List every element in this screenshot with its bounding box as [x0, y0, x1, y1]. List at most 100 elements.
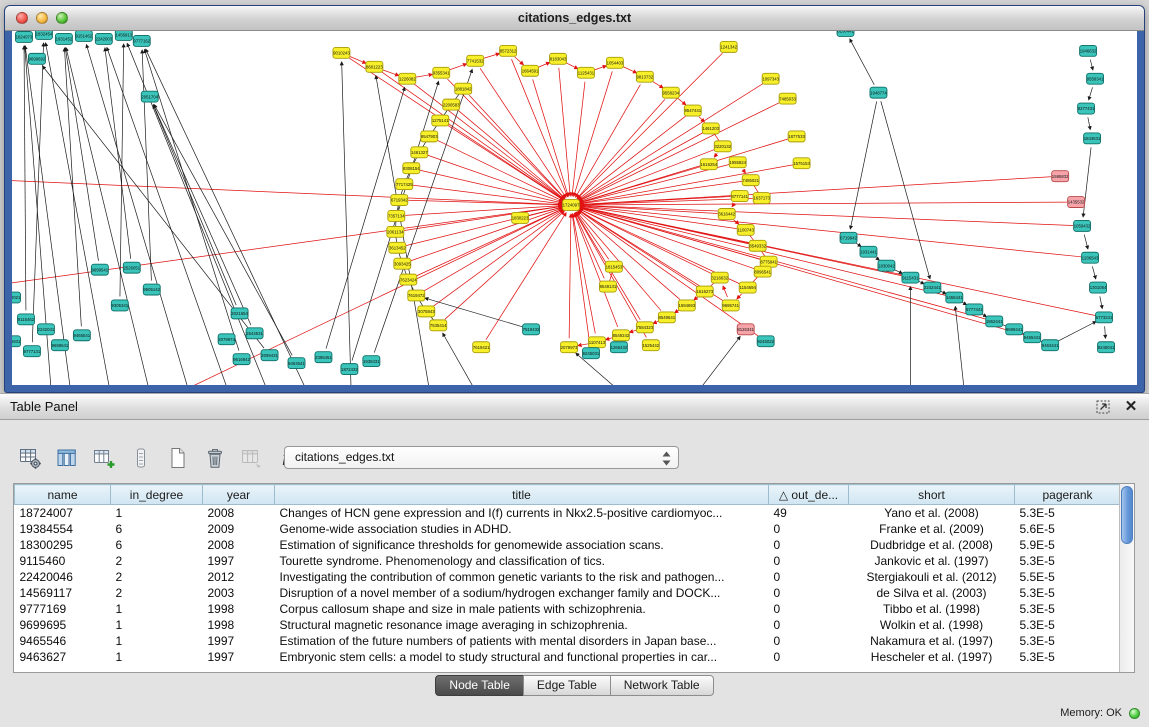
graph-edge[interactable] — [342, 62, 352, 385]
graph-edge[interactable] — [577, 99, 665, 198]
table-cell[interactable]: 0 — [769, 649, 849, 665]
graph-node[interactable]: 6773241 — [1096, 312, 1113, 323]
zoom-window-button[interactable] — [56, 12, 68, 24]
graph-node[interactable]: 1637173 — [753, 193, 770, 204]
graph-node[interactable]: 8308154 — [403, 163, 420, 174]
graph-edge[interactable] — [573, 214, 596, 334]
tab-network-table[interactable]: Network Table — [610, 675, 714, 696]
graph-node[interactable]: 1059432 — [1074, 220, 1091, 231]
graph-edge[interactable] — [580, 202, 1067, 205]
table-cell[interactable]: 19384554 — [15, 521, 111, 537]
graph-edge[interactable] — [566, 63, 578, 69]
table-cell[interactable]: Estimation of significance thresholds fo… — [275, 537, 769, 553]
table-cell[interactable]: 0 — [769, 553, 849, 569]
graph-edge[interactable] — [962, 302, 967, 305]
table-row[interactable]: 911546021997Tourette syndrome. Phenomeno… — [15, 553, 1121, 569]
graph-node[interactable]: 1525442 — [642, 340, 659, 351]
graph-node[interactable]: 9010243 — [333, 47, 350, 58]
graph-node[interactable]: 9151462 — [75, 31, 92, 41]
table-cell[interactable]: 9777169 — [15, 601, 111, 617]
graph-edge[interactable] — [629, 330, 636, 332]
graph-edge[interactable] — [153, 105, 251, 325]
graph-node[interactable]: 1456441 — [946, 292, 963, 303]
graph-node[interactable]: 1955824 — [729, 157, 746, 168]
table-cell[interactable]: 2 — [111, 569, 203, 585]
graph-node[interactable]: 7357134 — [388, 210, 405, 221]
delete-table-button[interactable] — [201, 444, 229, 472]
graph-node[interactable]: 1872432 — [341, 364, 358, 375]
graph-edge[interactable] — [1090, 60, 1093, 70]
graph-node[interactable]: 7717425 — [396, 179, 413, 190]
graph-edge[interactable] — [86, 45, 191, 385]
graph-node[interactable]: 2395451 — [315, 352, 332, 363]
table-cell[interactable]: 5.5E-5 — [1015, 569, 1121, 585]
table-cell[interactable]: 0 — [769, 537, 849, 553]
graph-edge[interactable] — [411, 208, 563, 261]
import-table-button[interactable] — [238, 444, 266, 472]
graph-node[interactable]: 8775941 — [760, 256, 777, 267]
graph-node[interactable]: 1054403 — [606, 57, 623, 68]
graph-edge[interactable] — [594, 66, 606, 70]
table-cell[interactable]: 1997 — [203, 553, 275, 569]
table-cell[interactable]: 2012 — [203, 569, 275, 585]
table-cell[interactable]: 6 — [111, 537, 203, 553]
graph-node[interactable]: 1931441 — [860, 246, 877, 257]
graph-node[interactable]: 9505142 — [143, 284, 160, 295]
graph-node[interactable]: 6719942 — [840, 232, 857, 243]
graph-node[interactable]: 1461203 — [702, 123, 719, 134]
graph-node[interactable]: 7741532 — [467, 55, 484, 66]
graph-edge[interactable] — [142, 50, 151, 281]
table-source-dropdown[interactable]: citations_edges.txt — [284, 446, 679, 469]
graph-node[interactable]: 2021654 — [231, 308, 248, 319]
graph-node[interactable]: 9695741 — [722, 300, 739, 311]
graph-node[interactable]: 9699441 — [1006, 324, 1023, 335]
table-cell[interactable]: 1997 — [203, 633, 275, 649]
table-cell[interactable]: 1 — [111, 633, 203, 649]
table-cell[interactable]: Investigating the contribution of common… — [275, 569, 769, 585]
graph-edge[interactable] — [579, 133, 703, 201]
graph-node[interactable]: 1100743 — [737, 224, 754, 235]
graph-node[interactable]: 1830223 — [512, 212, 529, 223]
new-table-button[interactable] — [164, 444, 192, 472]
close-panel-icon[interactable]: ✕ — [1123, 399, 1139, 415]
graph-node[interactable]: 2242041 — [37, 324, 54, 335]
graph-node[interactable]: 7619472 — [408, 290, 425, 301]
graph-node[interactable]: 1107413 — [588, 337, 605, 348]
graph-edge[interactable] — [416, 74, 432, 77]
graph-node[interactable]: 9699692 — [28, 53, 45, 64]
graph-node[interactable]: 1616273 — [696, 286, 713, 297]
graph-node[interactable]: 1948774 — [870, 87, 887, 98]
table-cell[interactable]: Dudbridge et al. (2008) — [849, 537, 1015, 553]
graph-node[interactable]: 7619421 — [473, 342, 490, 353]
graph-edge[interactable] — [458, 110, 564, 199]
table-row[interactable]: 1830029562008Estimation of significance … — [15, 537, 1121, 553]
graph-node[interactable]: 9616942 — [233, 354, 250, 365]
graph-edge[interactable] — [919, 281, 925, 284]
graph-node[interactable]: 1881842 — [455, 83, 472, 94]
graph-node[interactable]: 9558234 — [662, 87, 679, 98]
graph-node[interactable]: 1815453 — [605, 261, 622, 272]
graph-node[interactable]: 3075843 — [418, 306, 435, 317]
table-cell[interactable]: 2008 — [203, 505, 275, 522]
graph-edge[interactable] — [955, 306, 965, 385]
table-row[interactable]: 1872400712008Changes of HCN gene express… — [15, 505, 1121, 522]
graph-edge[interactable] — [1100, 296, 1102, 308]
graph-edge[interactable] — [606, 338, 613, 340]
table-row[interactable]: 2242004622012Investigating the contribut… — [15, 569, 1121, 585]
graph-node[interactable]: 1241342 — [720, 41, 737, 52]
table-cell[interactable]: Jankovic et al. (1997) — [849, 553, 1015, 569]
graph-node[interactable]: 9777131 — [23, 346, 40, 357]
table-cell[interactable]: Tibbo et al. (1998) — [849, 601, 1015, 617]
graph-edge[interactable] — [64, 48, 81, 326]
table-cell[interactable]: 1998 — [203, 617, 275, 633]
table-cell[interactable]: 2003 — [203, 585, 275, 601]
graph-edge[interactable] — [850, 101, 876, 229]
graph-node[interactable]: 2242003 — [95, 33, 112, 44]
table-settings-button[interactable] — [16, 444, 44, 472]
table-cell[interactable]: Yano et al. (2008) — [849, 505, 1015, 522]
graph-node[interactable]: 9463441 — [1042, 340, 1059, 351]
table-cell[interactable]: 9463627 — [15, 649, 111, 665]
graph-edge[interactable] — [538, 62, 549, 67]
graph-edge[interactable] — [737, 294, 742, 299]
graph-edge[interactable] — [443, 333, 481, 385]
